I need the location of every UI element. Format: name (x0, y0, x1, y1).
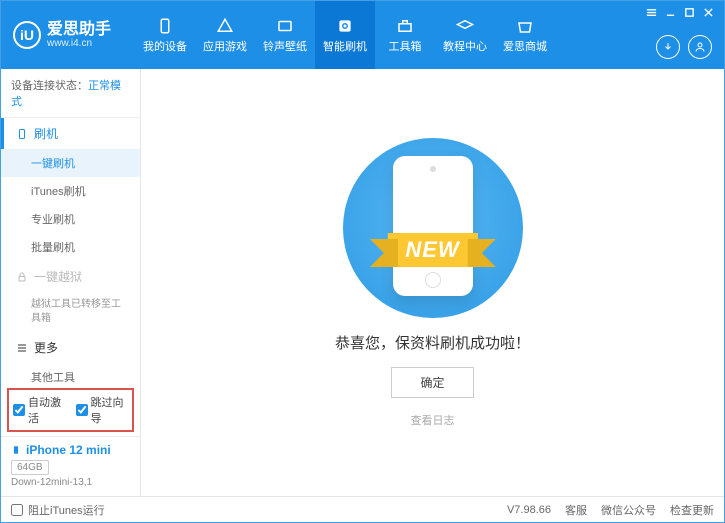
lock-icon (16, 271, 28, 283)
nav-label: 我的设备 (143, 38, 187, 54)
section-title: 更多 (34, 339, 58, 356)
footer-right: V7.98.66 客服 微信公众号 检查更新 (507, 502, 714, 518)
phone-icon (11, 443, 21, 457)
storage-badge: 64GB (11, 460, 49, 475)
version-label: V7.98.66 (507, 504, 551, 516)
section-flash[interactable]: 刷机 (1, 118, 140, 149)
jailbreak-notice: 越狱工具已转移至工具箱 (1, 292, 140, 332)
new-ribbon: NEW (387, 233, 477, 267)
view-log-link[interactable]: 查看日志 (411, 412, 455, 428)
section-jailbreak: 一键越狱 (1, 261, 140, 292)
checkbox-label: 阻止iTunes运行 (28, 502, 105, 518)
section-title: 一键越狱 (34, 268, 82, 285)
brand: iU 爱思助手 www.i4.cn (13, 21, 111, 50)
list-icon (16, 342, 28, 354)
body: 设备连接状态：正常模式 刷机 一键刷机 iTunes刷机 专业刷机 批量刷机 一… (1, 69, 724, 496)
logo-icon: iU (13, 21, 41, 49)
device-name: iPhone 12 mini (26, 443, 111, 457)
nav-tutorial[interactable]: 教程中心 (435, 1, 495, 69)
download-button[interactable] (656, 35, 680, 59)
sidebar-item-oneclick[interactable]: 一键刷机 (1, 149, 140, 177)
footer: 阻止iTunes运行 V7.98.66 客服 微信公众号 检查更新 (1, 496, 724, 522)
success-illustration: NEW (343, 138, 523, 318)
block-itunes-checkbox[interactable] (11, 504, 23, 516)
nav-label: 教程中心 (443, 38, 487, 54)
main-content: NEW 恭喜您，保资料刷机成功啦！ 确定 查看日志 (141, 69, 724, 496)
brand-name: 爱思助手 (47, 21, 111, 39)
auto-activate-option[interactable]: 自动激活 (13, 394, 66, 426)
phone-icon (156, 17, 174, 35)
sidebar-item-other[interactable]: 其他工具 (1, 363, 140, 384)
wechat-link[interactable]: 微信公众号 (601, 502, 656, 518)
maximize-icon[interactable] (684, 7, 695, 18)
header: iU 爱思助手 www.i4.cn 我的设备 应用游戏 铃声壁纸 智能刷机 (1, 1, 724, 69)
options-highlight: 自动激活 跳过向导 (7, 388, 134, 432)
apps-icon (216, 17, 234, 35)
section-more[interactable]: 更多 (1, 332, 140, 363)
sidebar-item-batch[interactable]: 批量刷机 (1, 233, 140, 261)
sidebar-item-itunes[interactable]: iTunes刷机 (1, 177, 140, 205)
nav: 我的设备 应用游戏 铃声壁纸 智能刷机 工具箱 教程中心 (135, 1, 555, 69)
support-link[interactable]: 客服 (565, 502, 587, 518)
nav-store[interactable]: 爱思商城 (495, 1, 555, 69)
grad-cap-icon (456, 17, 474, 35)
sidebar-menu: 刷机 一键刷机 iTunes刷机 专业刷机 批量刷机 一键越狱 越狱工具已转移至… (1, 118, 140, 384)
brand-url: www.i4.cn (47, 38, 111, 49)
toolbox-icon (396, 17, 414, 35)
nav-apps[interactable]: 应用游戏 (195, 1, 255, 69)
nav-flash[interactable]: 智能刷机 (315, 1, 375, 69)
section-title: 刷机 (34, 125, 58, 142)
menu-icon[interactable] (646, 7, 657, 18)
app-window: iU 爱思助手 www.i4.cn 我的设备 应用游戏 铃声壁纸 智能刷机 (0, 0, 725, 523)
device-info[interactable]: iPhone 12 mini 64GB Down-12mini-13,1 (1, 436, 140, 496)
block-itunes-option[interactable]: 阻止iTunes运行 (11, 502, 105, 518)
checkbox-label: 跳过向导 (91, 394, 129, 426)
nav-label: 工具箱 (389, 38, 422, 54)
check-update-link[interactable]: 检查更新 (670, 502, 714, 518)
auto-activate-checkbox[interactable] (13, 404, 25, 416)
connection-status: 设备连接状态：正常模式 (1, 69, 140, 118)
close-icon[interactable] (703, 7, 714, 18)
sidebar: 设备连接状态：正常模式 刷机 一键刷机 iTunes刷机 专业刷机 批量刷机 一… (1, 69, 141, 496)
user-button[interactable] (688, 35, 712, 59)
nav-label: 智能刷机 (323, 38, 367, 54)
minimize-icon[interactable] (665, 7, 676, 18)
status-label: 设备连接状态： (11, 80, 88, 92)
header-actions (656, 35, 712, 59)
sidebar-item-pro[interactable]: 专业刷机 (1, 205, 140, 233)
device-identifier: Down-12mini-13,1 (11, 477, 130, 488)
folder-icon (276, 17, 294, 35)
window-controls (646, 7, 714, 18)
checkbox-label: 自动激活 (28, 394, 66, 426)
nav-ringtone[interactable]: 铃声壁纸 (255, 1, 315, 69)
nav-label: 应用游戏 (203, 38, 247, 54)
nav-label: 铃声壁纸 (263, 38, 307, 54)
refresh-icon (336, 17, 354, 35)
nav-label: 爱思商城 (503, 38, 547, 54)
ok-button[interactable]: 确定 (391, 367, 473, 398)
nav-toolbox[interactable]: 工具箱 (375, 1, 435, 69)
device-name-row: iPhone 12 mini (11, 443, 130, 457)
store-icon (516, 17, 534, 35)
nav-my-device[interactable]: 我的设备 (135, 1, 195, 69)
success-message: 恭喜您，保资料刷机成功啦！ (335, 332, 530, 353)
phone-icon (16, 128, 28, 140)
skip-guide-option[interactable]: 跳过向导 (76, 394, 129, 426)
skip-guide-checkbox[interactable] (76, 404, 88, 416)
